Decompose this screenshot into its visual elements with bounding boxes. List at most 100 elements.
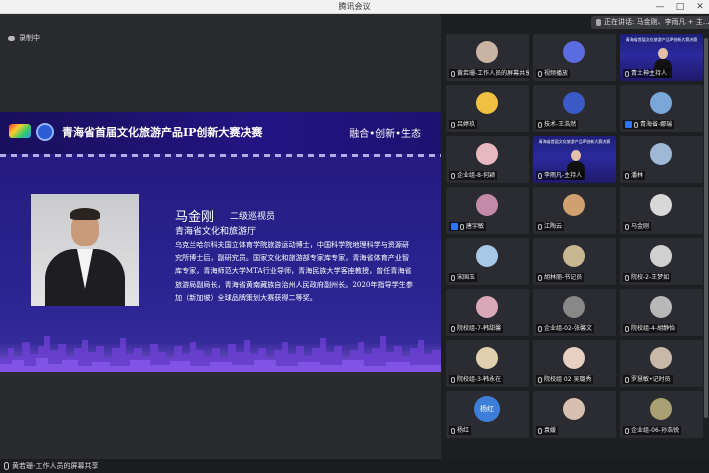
participant-tile[interactable]: 青海省-娜瑞 (620, 85, 703, 132)
participant-tile[interactable]: 胡林丽-书记员 (533, 238, 616, 285)
participant-name: 院校-2-王梦如 (631, 274, 670, 281)
participant-name: 唐宇敏 (466, 223, 485, 230)
participant-tile[interactable]: 院校组-3-韩永在 (446, 340, 529, 387)
avatar (476, 143, 498, 165)
participant-name-tag: 罗慧敏•记时员 (623, 375, 673, 384)
participant-tile[interactable]: 宋国玉 (446, 238, 529, 285)
participant-name-tag: 企业组-8-何颖 (449, 171, 498, 180)
avatar (650, 398, 672, 420)
participant-name-tag: 院校组 02 吴璐秀 (536, 375, 594, 384)
microphone-icon (451, 427, 455, 434)
participant-name: 企业组-06-孙浩锐 (631, 427, 679, 434)
participant-name: 院校组 02 吴璐秀 (544, 376, 592, 383)
participant-tile[interactable]: 视频播放 (533, 34, 616, 81)
participant-name-tag: 马金刚 (623, 222, 652, 231)
participant-tile[interactable]: 袁媛 (533, 391, 616, 438)
participant-name: 马金刚 (631, 223, 650, 230)
user-badge-icon (451, 223, 458, 230)
avatar (563, 245, 585, 267)
participant-name: 袁媛 (544, 427, 557, 434)
participant-name-tag: 李雨凡-主持人 (536, 171, 585, 180)
participant-name-tag: 院校组-7-韩甜馨 (449, 324, 504, 333)
avatar (650, 347, 672, 369)
participant-tile[interactable]: 技术-王浩然 (533, 85, 616, 132)
participant-name: 视频播放 (544, 70, 569, 77)
microphone-icon (625, 325, 629, 332)
participant-name: 青土神主持人 (631, 70, 668, 77)
microphone-icon (460, 223, 464, 230)
avatar (563, 92, 585, 114)
participant-name-tag: 院校组-4-胡静怡 (623, 324, 678, 333)
participant-tile[interactable]: 企业组-02-张馨文 (533, 289, 616, 336)
avatar (563, 41, 585, 63)
participant-name: 胡林丽-书记员 (544, 274, 583, 281)
window-titlebar: 腾讯会议 — □ ✕ (0, 0, 709, 14)
microphone-icon (538, 172, 542, 179)
minimize-button[interactable]: — (655, 0, 665, 14)
participant-tile[interactable]: 企业组-06-孙浩锐 (620, 391, 703, 438)
microphone-icon (625, 376, 629, 383)
avatar (650, 194, 672, 216)
microphone-icon (538, 121, 542, 128)
participant-tile[interactable]: 院校组-7-韩甜馨 (446, 289, 529, 336)
gallery-scrollbar[interactable] (704, 38, 708, 448)
microphone-icon (625, 70, 629, 77)
microphone-icon (538, 223, 542, 230)
shared-screen-area: 录制中 青海省首届文化旅游产品IP创新大赛决赛 融合•创新•生态 马金刚 二级巡… (0, 14, 441, 473)
participant-name: 罗慧敏•记时员 (631, 376, 671, 383)
microphone-icon (538, 274, 542, 281)
participant-tile[interactable]: 院校组 02 吴璐秀 (533, 340, 616, 387)
participant-tile[interactable]: 青海省首届文化旅游产品IP创新大赛决赛 青土神主持人 (620, 34, 703, 81)
participant-name-tag: 胡林丽-书记员 (536, 273, 585, 282)
participant-tile[interactable]: 黄若珊-工作人员的屏幕共享 (446, 34, 529, 81)
microphone-icon (451, 376, 455, 383)
participant-name: 院校组-4-胡静怡 (631, 325, 676, 332)
microphone-icon (4, 462, 9, 470)
speaking-indicator: 正在讲话: 马金刚、李雨凡 + 主... (591, 16, 709, 29)
participant-name: 江陶云 (544, 223, 563, 230)
participant-tile[interactable]: 院校组-4-胡静怡 (620, 289, 703, 336)
avatar (476, 296, 498, 318)
participant-name: 院校组-7-韩甜馨 (457, 325, 502, 332)
participant-tile[interactable]: 罗慧敏•记时员 (620, 340, 703, 387)
avatar (476, 92, 498, 114)
participant-name-tag: 青海省-娜瑞 (623, 120, 675, 129)
participant-tile[interactable]: 院校-2-王梦如 (620, 238, 703, 285)
participant-name: 院校组-3-韩永在 (457, 376, 502, 383)
participant-name: 技术-王浩然 (544, 121, 577, 128)
avatar (563, 398, 585, 420)
close-button[interactable]: ✕ (695, 0, 705, 14)
recording-indicator[interactable]: 录制中 (8, 33, 40, 43)
avatar (650, 245, 672, 267)
participant-tile[interactable]: 杨红 杨红 (446, 391, 529, 438)
participant-tile[interactable]: 马金刚 (620, 187, 703, 234)
scrollbar-thumb[interactable] (704, 38, 708, 418)
participant-tile[interactable]: 青海省首届文化旅游产品IP创新大赛决赛 李雨凡-主持人 (533, 136, 616, 183)
participant-tile[interactable]: 唐宇敏 (446, 187, 529, 234)
speaking-label: 正在讲话: 马金刚、李雨凡 + 主... (604, 18, 709, 26)
participant-name-tag: 视频播放 (536, 69, 571, 78)
microphone-icon (538, 427, 542, 434)
participant-tile[interactable]: 江陶云 (533, 187, 616, 234)
participant-name-tag: 院校组-3-韩永在 (449, 375, 504, 384)
microphone-icon (625, 172, 629, 179)
speaker-bio: 乌克兰哈尔科夫国立体育学院旅游运动博士，中国科学院地理科学与资源研究所博士后，副… (175, 240, 413, 302)
slide-slogan: 融合•创新•生态 (349, 129, 421, 140)
avatar (563, 347, 585, 369)
participant-tile[interactable]: 企业组-8-何颖 (446, 136, 529, 183)
header-divider (0, 154, 441, 157)
microphone-icon (538, 70, 542, 77)
microphone-icon (625, 223, 629, 230)
participant-name-tag: 青土神主持人 (623, 69, 670, 78)
maximize-button[interactable]: □ (675, 0, 685, 14)
participant-name-tag: 唐宇敏 (449, 222, 487, 231)
participant-tile[interactable]: 吕婷玖 (446, 85, 529, 132)
gallery-header: 正在讲话: 马金刚、李雨凡 + 主... (441, 14, 709, 32)
participant-name-tag: 技术-王浩然 (536, 120, 579, 129)
participant-tile[interactable]: 潘林 (620, 136, 703, 183)
slide-title: 青海省首届文化旅游产品IP创新大赛决赛 (62, 126, 263, 139)
participant-name-tag: 袁媛 (536, 426, 559, 435)
speaker-role: 二级巡视员 (230, 212, 276, 222)
speaker-organization: 青海省文化和旅游厅 (175, 227, 257, 237)
participant-name-tag: 黄若珊-工作人员的屏幕共享 (449, 69, 529, 78)
